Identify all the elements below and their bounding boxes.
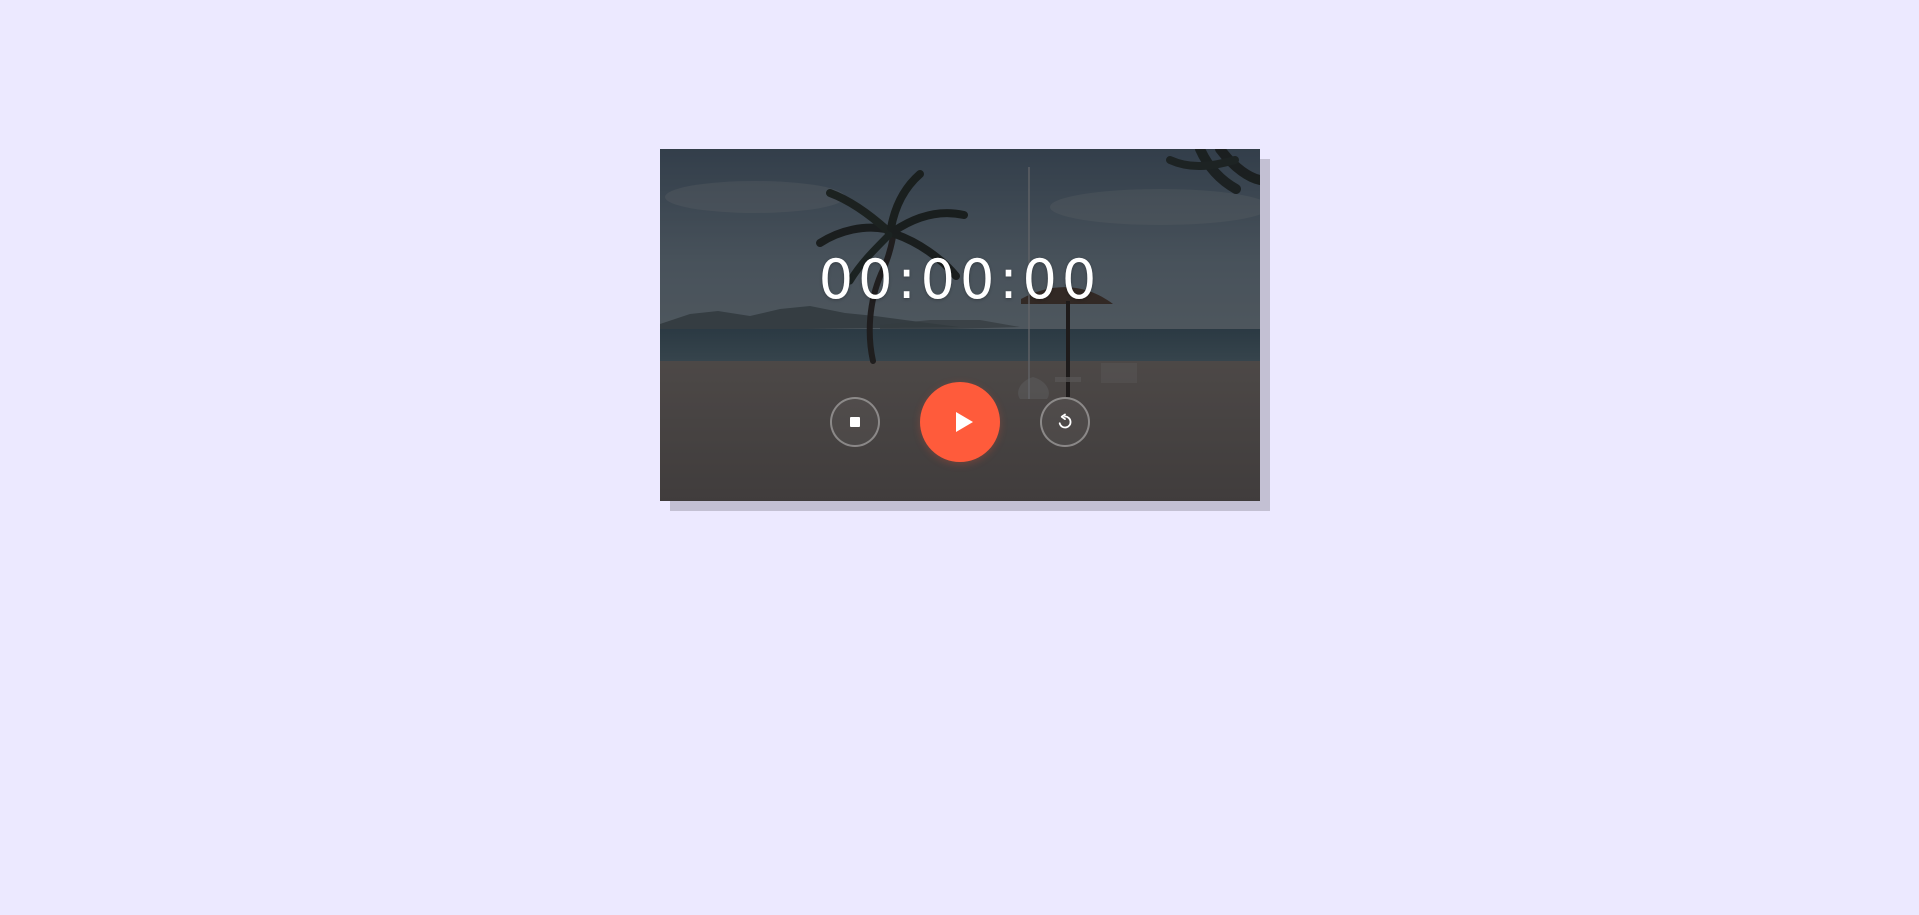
play-icon	[955, 412, 973, 432]
reset-button[interactable]	[1040, 397, 1090, 447]
stop-button[interactable]	[830, 397, 880, 447]
stopwatch-widget: 00:00:00	[660, 149, 1270, 511]
play-button[interactable]	[920, 382, 1000, 462]
timer-display: 00:00:00	[818, 248, 1102, 311]
stopwatch-card: 00:00:00	[660, 149, 1260, 501]
reset-icon	[1058, 413, 1072, 429]
timer-controls	[660, 382, 1260, 462]
stop-icon	[850, 417, 860, 427]
